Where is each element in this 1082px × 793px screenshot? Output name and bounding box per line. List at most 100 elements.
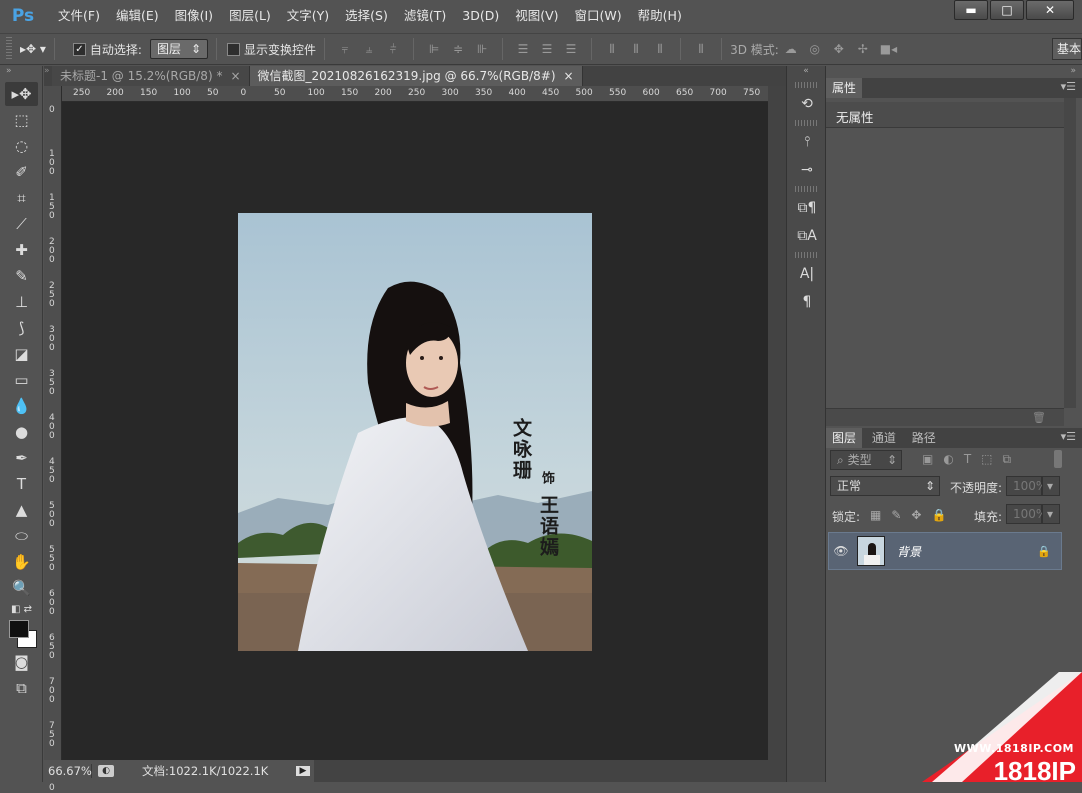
close-button[interactable]: ✕ (1026, 0, 1074, 20)
eraser-tool-icon[interactable]: ◪ (5, 342, 38, 366)
clone-stamp-tool-icon[interactable]: ⊥ (5, 290, 38, 314)
tab-wechat-screenshot[interactable]: 微信截图_20210826162319.jpg @ 66.7%(RGB/8#) … (250, 66, 583, 86)
tab-untitled[interactable]: 未标题-1 @ 15.2%(RGB/8) * × (52, 66, 250, 86)
align-right-icon[interactable]: ⊪ (475, 42, 489, 56)
screen-mode-icon[interactable]: ⧉ (5, 676, 38, 700)
lock-pixels-icon[interactable]: ✎ (891, 508, 901, 522)
menu-view[interactable]: 视图(V) (507, 5, 566, 27)
brush-tool-icon[interactable]: ✎ (5, 264, 38, 288)
distribute-bottom-icon[interactable]: ☰ (564, 42, 578, 56)
3d-slide-icon[interactable]: ✢ (856, 42, 870, 56)
gradient-tool-icon[interactable]: ▭ (5, 368, 38, 392)
tab-properties[interactable]: 属性 (826, 78, 862, 98)
color-swatches[interactable] (5, 618, 38, 648)
brush-panel-icon[interactable]: ⫯ (793, 130, 821, 154)
type-tool-icon[interactable]: T (5, 472, 38, 496)
close-tab-icon[interactable]: × (564, 66, 574, 86)
layer-name[interactable]: 背景 (897, 543, 1037, 560)
blur-tool-icon[interactable]: 💧 (5, 394, 38, 418)
paragraph-panel-icon[interactable]: ¶ (793, 290, 821, 314)
character-panel-icon[interactable]: A| (793, 262, 821, 286)
auto-select-checkbox[interactable]: ✓ (73, 43, 86, 56)
dock-collapse-icon[interactable]: « (787, 66, 825, 78)
smart-object-filter-icon[interactable]: ⧉ (1003, 452, 1012, 467)
distribute-top-icon[interactable]: ☰ (516, 42, 530, 56)
distribute-right-icon[interactable]: ⦀ (653, 42, 667, 56)
panels-collapse-icon[interactable]: » (826, 66, 1082, 78)
paragraph-styles-icon[interactable]: ⧉¶ (793, 196, 821, 220)
shape-filter-icon[interactable]: ⬚ (981, 452, 992, 467)
menu-select[interactable]: 选择(S) (337, 5, 396, 27)
zoom-tool-icon[interactable]: 🔍 (5, 576, 38, 600)
foreground-color-swatch[interactable] (9, 620, 29, 638)
dock-grip[interactable] (795, 120, 817, 126)
type-filter-icon[interactable]: T (964, 452, 971, 467)
menu-file[interactable]: 文件(F) (50, 5, 108, 27)
auto-select-dropdown[interactable]: 图层⇕ (150, 39, 208, 59)
panel-menu-icon[interactable]: ▾☰ (1061, 80, 1076, 93)
tab-layers[interactable]: 图层 (826, 428, 862, 448)
align-top-icon[interactable]: ⫧ (338, 42, 352, 56)
history-brush-tool-icon[interactable]: ⟆ (5, 316, 38, 340)
menu-edit[interactable]: 编辑(E) (108, 5, 167, 27)
vertical-scrollbar[interactable] (768, 86, 786, 760)
3d-scale-icon[interactable]: ■◂ (880, 42, 894, 56)
close-tab-icon[interactable]: × (230, 66, 240, 86)
blend-mode-dropdown[interactable]: 正常⇕ (830, 476, 940, 496)
pixel-filter-icon[interactable]: ▣ (922, 452, 933, 467)
crop-tool-icon[interactable]: ⌗ (5, 186, 38, 210)
layer-filter-dropdown[interactable]: ⌕ 类型 ⇕ (830, 450, 902, 470)
marquee-tool-icon[interactable]: ⬚ (5, 108, 38, 132)
tab-channels[interactable]: 通道 (866, 428, 902, 448)
properties-scrollbar[interactable] (1064, 98, 1076, 408)
dock-grip[interactable] (795, 252, 817, 258)
dock-grip[interactable] (795, 186, 817, 192)
vertical-ruler[interactable]: 01 0 01 5 02 0 02 5 03 0 03 5 04 0 04 5 … (44, 86, 62, 760)
move-tool-preset-icon[interactable]: ▸✥ ▾ (20, 42, 46, 56)
menu-3d[interactable]: 3D(D) (454, 5, 507, 27)
quick-mask-icon[interactable]: ◙ (5, 650, 38, 674)
menu-type[interactable]: 文字(Y) (279, 5, 337, 27)
lock-all-icon[interactable]: 🔒 (931, 508, 946, 522)
horizontal-ruler[interactable]: 2502001501005005010015020025030035040045… (62, 86, 768, 102)
maximize-button[interactable]: □ (990, 0, 1024, 20)
adjustment-filter-icon[interactable]: ◐ (943, 452, 953, 467)
menu-layer[interactable]: 图层(L) (221, 5, 279, 27)
menu-filter[interactable]: 滤镜(T) (396, 5, 454, 27)
align-hcenter-icon[interactable]: ≑ (451, 42, 465, 56)
tab-paths[interactable]: 路径 (906, 428, 942, 448)
visibility-eye-icon[interactable]: 👁 (829, 544, 853, 558)
lock-transparent-icon[interactable]: ▦ (870, 508, 881, 522)
healing-brush-tool-icon[interactable]: ✚ (5, 238, 38, 262)
panel-menu-icon[interactable]: ▾☰ (1061, 430, 1076, 443)
shape-tool-icon[interactable]: ⬭ (5, 524, 38, 548)
pen-tool-icon[interactable]: ✒ (5, 446, 38, 470)
swap-colors-icon[interactable]: ◧ ⇄ (5, 602, 38, 616)
move-tool-icon[interactable]: ▸✥ (5, 82, 38, 106)
opacity-input[interactable]: 100% (1006, 476, 1042, 496)
menu-window[interactable]: 窗口(W) (567, 5, 630, 27)
dodge-tool-icon[interactable]: ● (5, 420, 38, 444)
auto-align-icon[interactable]: ⫴ (694, 42, 708, 56)
opacity-arrow-icon[interactable]: ▾ (1042, 476, 1060, 496)
zoom-level[interactable]: 66.67% (44, 764, 92, 778)
fill-arrow-icon[interactable]: ▾ (1042, 504, 1060, 524)
toolbar-collapse-icon[interactable]: » (0, 66, 42, 80)
filter-toggle[interactable] (1054, 450, 1062, 468)
dock-grip[interactable] (795, 82, 817, 88)
lasso-tool-icon[interactable]: ◌ (5, 134, 38, 158)
layer-row[interactable]: 👁 背景 🔒 (828, 532, 1062, 570)
distribute-vcenter-icon[interactable]: ☰ (540, 42, 554, 56)
status-camera-icon[interactable]: ◐ (98, 765, 114, 777)
path-select-tool-icon[interactable]: ▲ (5, 498, 38, 522)
tool-presets-icon[interactable]: ⊸ (793, 158, 821, 182)
history-panel-icon[interactable]: ⟲ (793, 92, 821, 116)
menu-help[interactable]: 帮助(H) (630, 5, 690, 27)
quick-select-tool-icon[interactable]: ✐ (5, 160, 38, 184)
align-vcenter-icon[interactable]: ⫨ (362, 42, 376, 56)
fill-input[interactable]: 100% (1006, 504, 1042, 524)
hand-tool-icon[interactable]: ✋ (5, 550, 38, 574)
status-menu-arrow-icon[interactable]: ▶ (296, 766, 310, 776)
3d-orbit-icon[interactable]: ☁ (784, 42, 798, 56)
eyedropper-tool-icon[interactable]: ⟋ (5, 212, 38, 236)
